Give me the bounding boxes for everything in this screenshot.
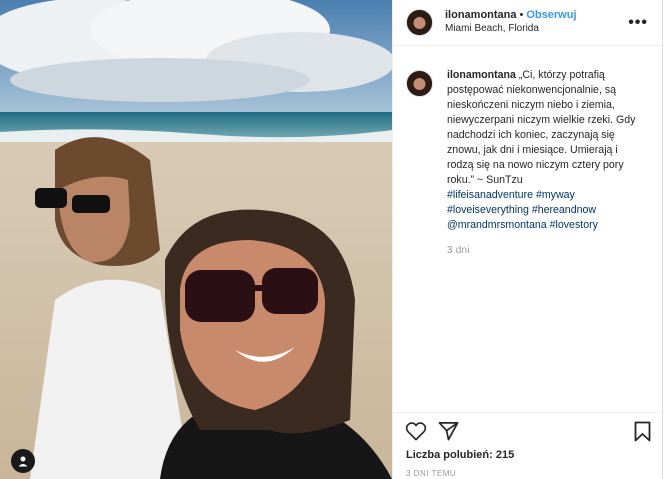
bookmark-icon[interactable] [634, 421, 651, 447]
heart-icon[interactable] [405, 421, 427, 446]
mention-link[interactable]: @mrandmrsmontana [447, 219, 547, 231]
username-link[interactable]: ilonamontana [445, 9, 517, 21]
user-tag-icon [18, 456, 28, 467]
hashtag-link[interactable]: #myway [536, 189, 575, 201]
avatar-image [407, 71, 432, 96]
user-tag-button[interactable] [11, 449, 35, 473]
post-photo[interactable] [0, 0, 392, 479]
more-options-icon[interactable]: ••• [628, 15, 648, 31]
likes-label: Liczba polubień: [406, 449, 493, 461]
caption-username[interactable]: ilonamontana [447, 69, 516, 81]
likes-count[interactable]: Liczba polubień: 215 [406, 449, 514, 461]
caption-text: „Ci, którzy potrafią postępować niekonwe… [447, 69, 636, 186]
action-bar [393, 412, 662, 453]
location-link[interactable]: Miami Beach, Florida [445, 23, 577, 36]
separator-dot: • [519, 9, 524, 22]
avatar-image [407, 10, 432, 35]
caption-text-block: ilonamontana „Ci, którzy potrafią postępo… [447, 68, 647, 258]
avatar[interactable] [406, 9, 433, 36]
caption-avatar[interactable] [406, 70, 433, 97]
post-header: ilonamontana • Obserwuj Miami Beach, Flori… [393, 0, 662, 46]
hashtag-link[interactable]: #loveiseverything [447, 204, 529, 216]
hashtag-link[interactable]: #lovestory [550, 219, 598, 231]
follow-button[interactable]: Obserwuj [526, 9, 576, 21]
post-date: 3 DNI TEMU [406, 469, 457, 478]
beach-selfie-image [0, 0, 392, 479]
caption: ilonamontana „Ci, którzy potrafią postępo… [406, 68, 656, 258]
share-icon[interactable] [438, 421, 459, 446]
post-side-panel: ilonamontana • Obserwuj Miami Beach, Flori… [392, 0, 663, 479]
caption-time-ago: 3 dni [447, 245, 470, 256]
hashtag-link[interactable]: #lifeisanadventure [447, 189, 533, 201]
likes-number: 215 [495, 449, 515, 461]
hashtag-link[interactable]: #hereandnow [532, 204, 596, 216]
